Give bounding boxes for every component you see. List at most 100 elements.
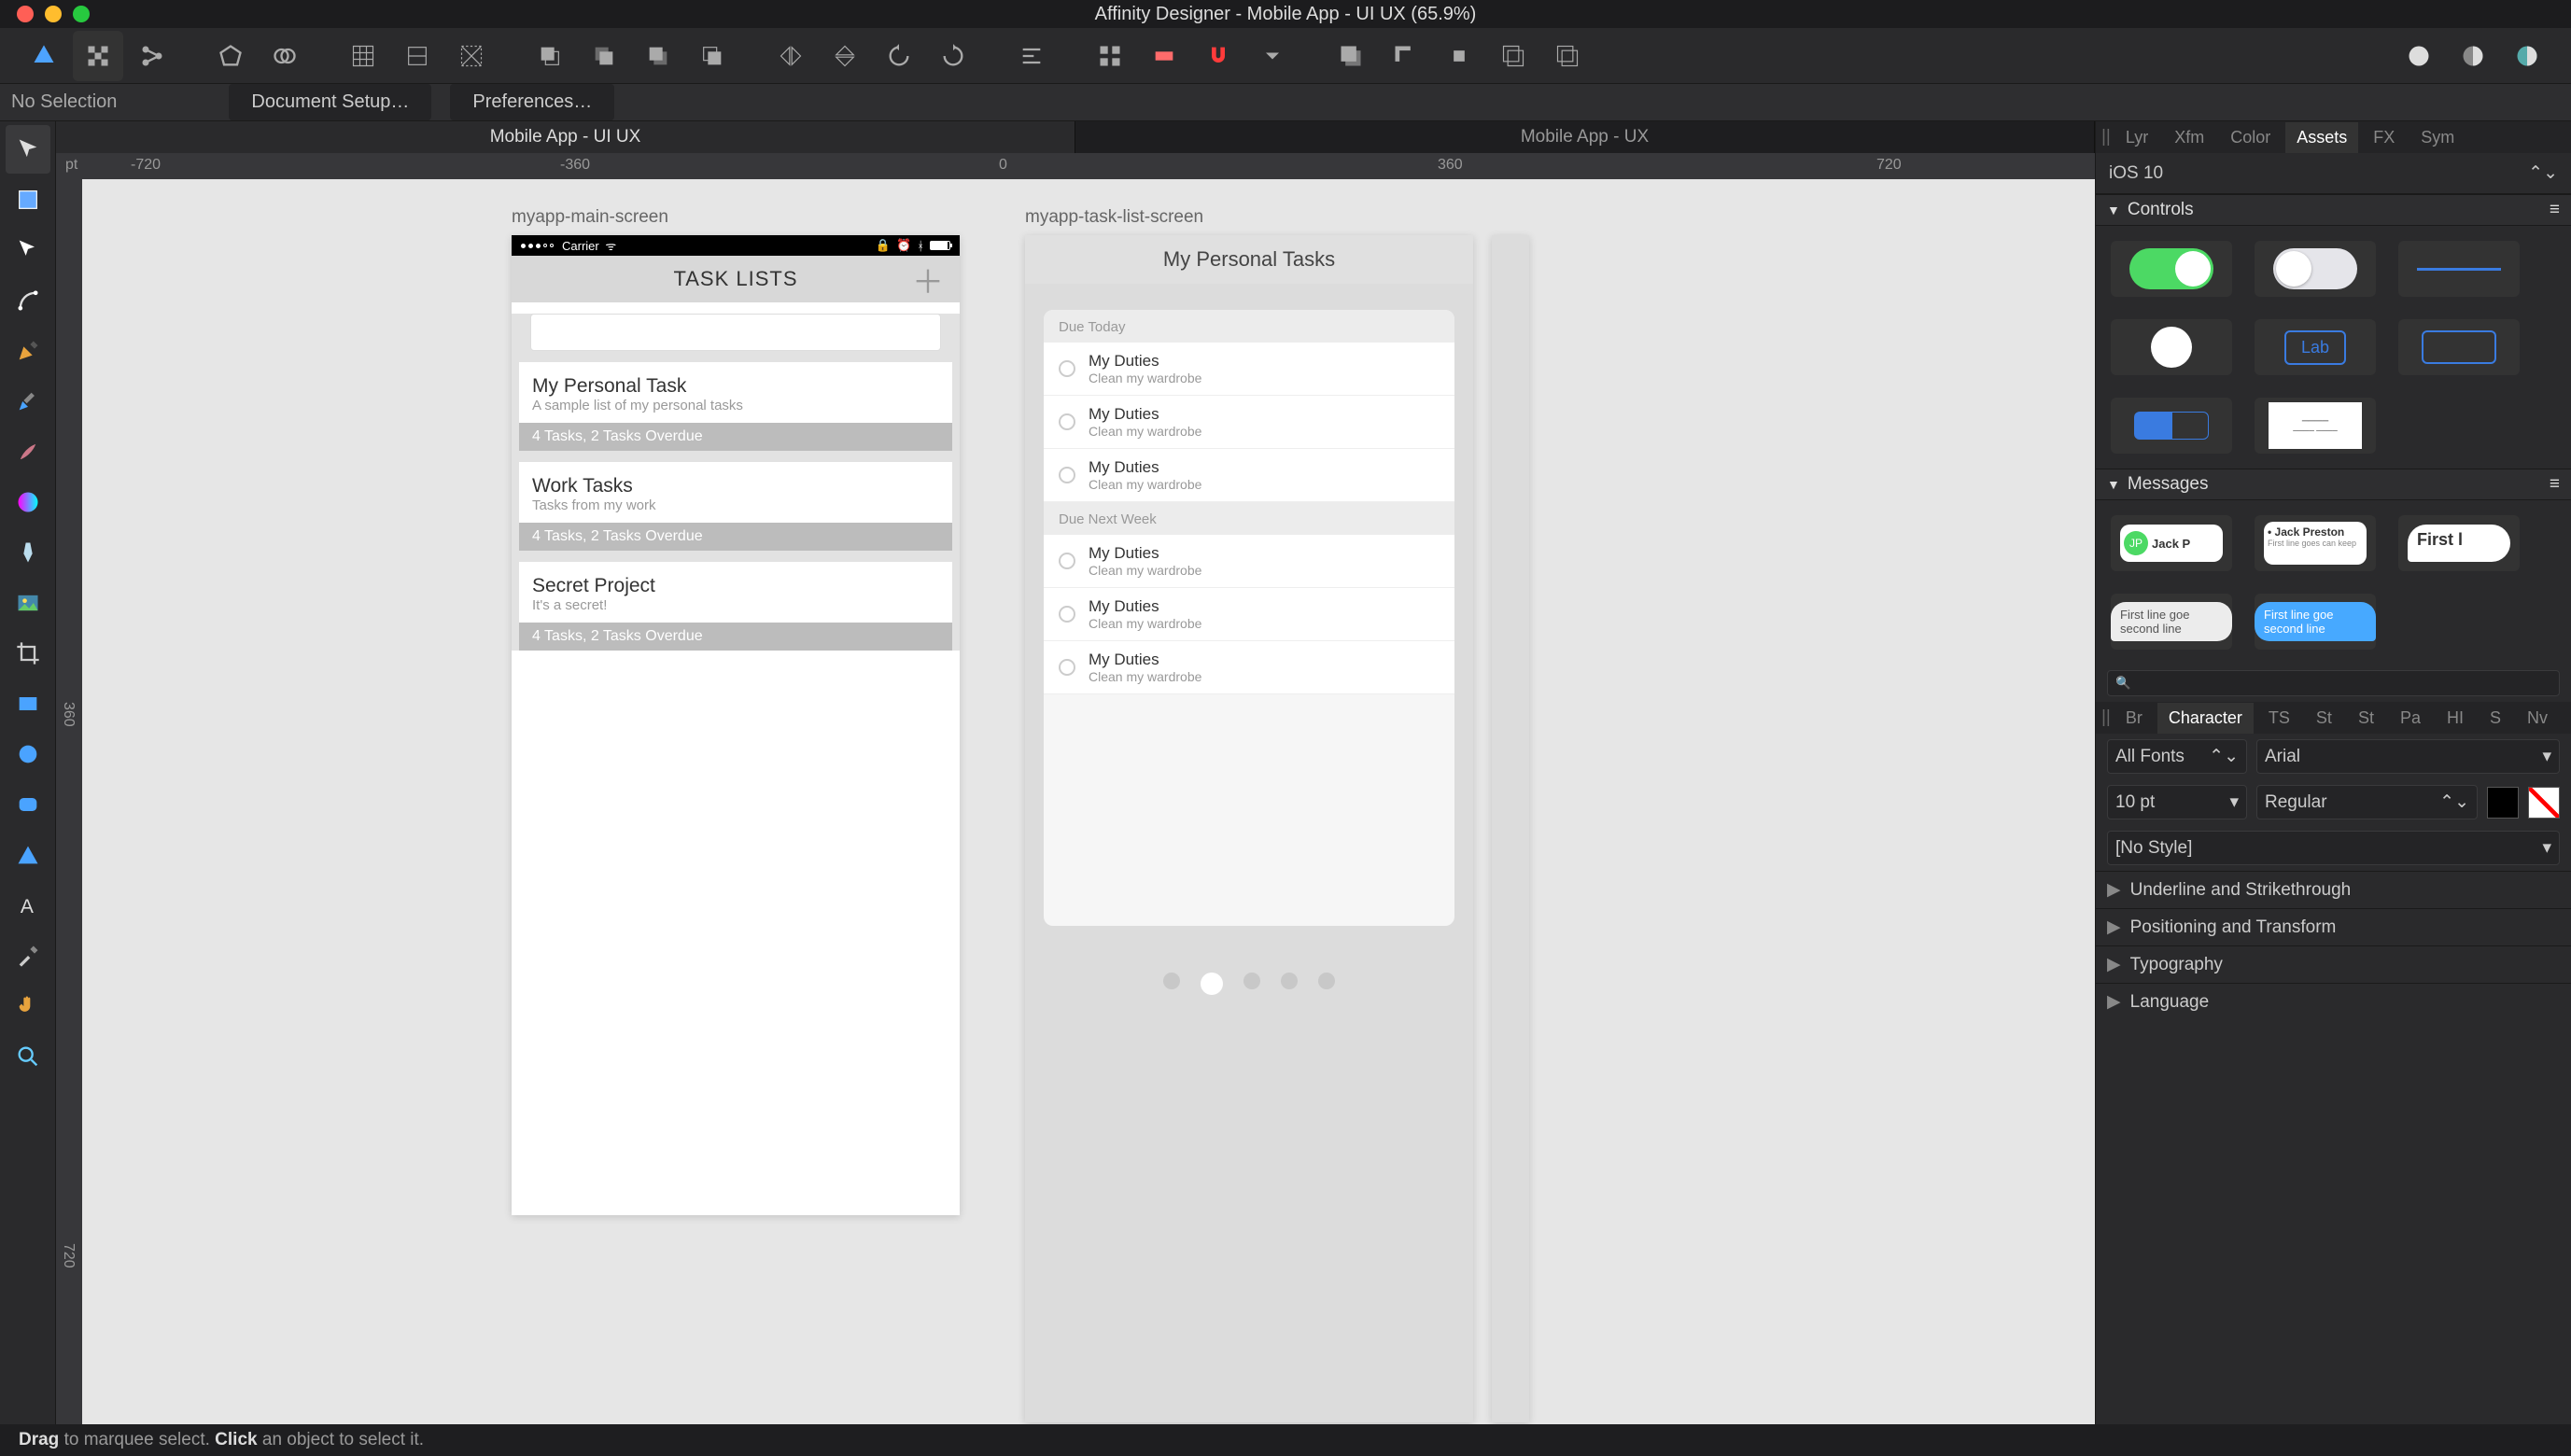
node-tool-icon[interactable] — [6, 226, 50, 274]
menu-icon[interactable]: ≡ — [2550, 200, 2560, 220]
preferences-button[interactable]: Preferences… — [450, 84, 614, 120]
asset-switch-on[interactable] — [2111, 241, 2232, 297]
asset-knob[interactable] — [2111, 319, 2232, 375]
snapping-icon[interactable] — [1193, 31, 1243, 81]
flip-horizontal-icon[interactable] — [766, 31, 816, 81]
view-mode-2-icon[interactable] — [2448, 31, 2498, 81]
asset-button[interactable] — [2398, 319, 2520, 375]
panel-tab[interactable]: Br — [2114, 703, 2154, 734]
boolean-intersect-icon[interactable] — [1434, 31, 1484, 81]
artboard-partial[interactable] — [1492, 235, 1529, 1422]
arrange-back-icon[interactable] — [525, 31, 575, 81]
pen-tool-icon[interactable] — [6, 327, 50, 375]
close-window[interactable] — [17, 6, 34, 22]
document-setup-button[interactable]: Document Setup… — [229, 84, 431, 120]
eyedropper-tool-icon[interactable] — [6, 931, 50, 980]
panel-tab[interactable]: Xfm — [2163, 122, 2215, 153]
dropdown-icon[interactable]: ⌃⌄ — [2528, 162, 2558, 184]
text-bg-swatch[interactable] — [2528, 787, 2560, 819]
asset-chat-received[interactable]: First line goe second line — [2111, 594, 2232, 650]
rectangle-tool-icon[interactable] — [6, 679, 50, 728]
asset-message-bubble[interactable]: First l — [2398, 515, 2520, 571]
align-icon[interactable] — [1006, 31, 1057, 81]
assets-search-input[interactable] — [2107, 670, 2560, 696]
document-tab[interactable]: Mobile App - UI UX — [56, 121, 1075, 153]
artboard-tool-icon[interactable] — [6, 175, 50, 224]
minimize-window[interactable] — [45, 6, 62, 22]
arrange-front-icon[interactable] — [687, 31, 738, 81]
snapping-dropdown-icon[interactable] — [1247, 31, 1298, 81]
asset-chat-sent[interactable]: First line goe second line — [2255, 594, 2376, 650]
panel-tab[interactable]: S — [2479, 703, 2512, 734]
panel-tab[interactable]: FX — [2362, 122, 2406, 153]
maximize-window[interactable] — [73, 6, 90, 22]
app-logo-icon[interactable] — [19, 31, 69, 81]
persona-export-icon[interactable] — [127, 31, 177, 81]
panel-section[interactable]: ▶Language — [2096, 983, 2571, 1020]
text-tool-icon[interactable]: A — [6, 881, 50, 930]
view-mode-1-icon[interactable] — [2394, 31, 2444, 81]
panel-tab[interactable]: Sym — [2409, 122, 2466, 153]
boolean-xor-icon[interactable] — [1488, 31, 1538, 81]
panel-tab[interactable]: Character — [2157, 703, 2254, 734]
transparency-tool-icon[interactable] — [6, 528, 50, 577]
asset-segmented[interactable] — [2111, 398, 2232, 454]
artboard-main-screen[interactable]: Carrier ᯤ 🔒⏰ᚼ TASK LISTS ＋ My Personal T… — [512, 235, 960, 1215]
panel-section[interactable]: ▶Positioning and Transform — [2096, 908, 2571, 945]
asset-button-label[interactable]: Lab — [2255, 319, 2376, 375]
menu-icon[interactable]: ≡ — [2550, 474, 2560, 495]
ruler-horizontal[interactable]: pt -720 -360 0 360 720 — [56, 153, 2095, 179]
pencil-tool-icon[interactable] — [6, 377, 50, 426]
flip-vertical-icon[interactable] — [820, 31, 870, 81]
boolean-divide-icon[interactable] — [1542, 31, 1593, 81]
font-filter-select[interactable]: All Fonts⌃⌄ — [2107, 739, 2247, 774]
panel-tab[interactable]: Lyr — [2114, 122, 2159, 153]
panel-tab[interactable]: TS — [2257, 703, 2301, 734]
panel-section[interactable]: ▶Typography — [2096, 945, 2571, 983]
arrange-forward-icon[interactable] — [633, 31, 683, 81]
assets-preset[interactable]: iOS 10 — [2109, 163, 2163, 184]
place-image-tool-icon[interactable] — [6, 579, 50, 627]
panel-tab[interactable]: Color — [2219, 122, 2282, 153]
panel-tab[interactable]: HI — [2436, 703, 2475, 734]
artboard-task-list-screen[interactable]: My Personal Tasks Due Today My DutiesCle… — [1025, 235, 1473, 1422]
rounded-rect-tool-icon[interactable] — [6, 780, 50, 829]
boolean-add-icon[interactable] — [1326, 31, 1376, 81]
artboard-label[interactable]: myapp-main-screen — [512, 207, 668, 228]
boolean-subtract-icon[interactable] — [1380, 31, 1430, 81]
panel-tab[interactable]: St — [2305, 703, 2343, 734]
asset-slider[interactable] — [2398, 241, 2520, 297]
panel-tab[interactable]: St — [2347, 703, 2385, 734]
font-size-select[interactable]: 10 pt▾ — [2107, 785, 2247, 819]
font-style-select[interactable]: [No Style]▾ — [2107, 831, 2560, 865]
ruler-vertical[interactable]: 360 720 — [56, 179, 82, 1424]
document-tab[interactable]: Mobile App - UX — [1075, 121, 2095, 153]
crop-tool-icon[interactable] — [6, 629, 50, 678]
persona-pixel-icon[interactable] — [73, 31, 123, 81]
snap-all-icon[interactable] — [446, 31, 497, 81]
asset-message-detail[interactable]: • Jack PrestonFirst line goes can keep — [2255, 515, 2376, 571]
toolbar-shape-icon[interactable] — [205, 31, 256, 81]
move-tool-icon[interactable] — [6, 125, 50, 174]
fill-tool-icon[interactable] — [6, 478, 50, 526]
panel-tab[interactable]: Pa — [2389, 703, 2432, 734]
pan-tool-icon[interactable] — [6, 982, 50, 1030]
rotate-ccw-icon[interactable] — [874, 31, 924, 81]
snap-bounds-icon[interactable] — [392, 31, 443, 81]
view-mode-3-icon[interactable] — [2502, 31, 2552, 81]
ellipse-tool-icon[interactable] — [6, 730, 50, 778]
triangle-tool-icon[interactable] — [6, 831, 50, 879]
rotate-cw-icon[interactable] — [928, 31, 978, 81]
asset-switch-off[interactable] — [2255, 241, 2376, 297]
asset-card[interactable]: ──────── ──── — [2255, 398, 2376, 454]
canvas[interactable]: myapp-main-screen Carrier ᯤ 🔒⏰ᚼ TASK LIS… — [82, 179, 2095, 1424]
panel-tab[interactable]: Nv — [2516, 703, 2559, 734]
text-color-swatch[interactable] — [2487, 787, 2519, 819]
arrange-backward-icon[interactable] — [579, 31, 629, 81]
color-tag-icon[interactable] — [1139, 31, 1189, 81]
panel-tab[interactable]: Assets — [2285, 122, 2358, 153]
font-family-select[interactable]: Arial▾ — [2256, 739, 2560, 774]
font-weight-select[interactable]: Regular⌃⌄ — [2256, 785, 2478, 819]
corner-tool-icon[interactable] — [6, 276, 50, 325]
snap-grid-icon[interactable] — [338, 31, 388, 81]
